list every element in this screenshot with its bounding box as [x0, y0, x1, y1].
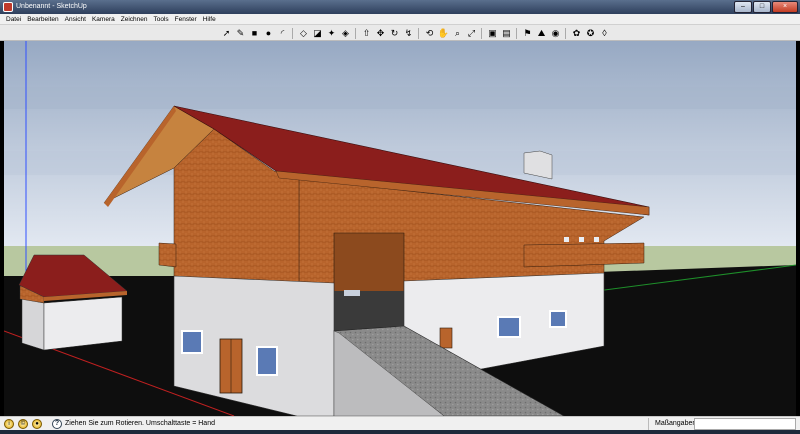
- toolbar-separator: [292, 27, 295, 39]
- balcony-left: [158, 242, 177, 268]
- sky-band: [4, 87, 796, 109]
- toolbar-separator: [565, 27, 568, 39]
- shed-wall-side: [43, 296, 123, 351]
- pencil-tool-icon[interactable]: ✎: [234, 27, 247, 40]
- barn-interior: [334, 291, 404, 331]
- model-scene[interactable]: [4, 41, 796, 416]
- zoom-extents-icon[interactable]: ⤢: [465, 27, 478, 40]
- window-title: Unbenannt - SketchUp: [16, 3, 87, 10]
- side-window: [549, 310, 567, 328]
- pan-tool-icon[interactable]: ✋: [437, 27, 450, 40]
- move-tool-icon[interactable]: ✥: [374, 27, 387, 40]
- shed-wall-front: [21, 298, 45, 351]
- main-toolbar: ➚ ✎ ■ ● ◜ ◇ ◪ ✦ ◈ ⇧ ✥ ↻ ↯ ⟲ ✋ ⌕ ⤢ ▣ ▤ ⚑ ⛰ ◉ ✿ ✪ ◊: [0, 25, 800, 41]
- tape-measure-icon[interactable]: ✦: [325, 27, 338, 40]
- eraser-tool-icon[interactable]: ◪: [311, 27, 324, 40]
- toolbar-separator: [516, 27, 519, 39]
- toolbar-separator: [481, 27, 484, 39]
- status-message: Ziehen Sie zum Rotieren. Umschalttaste =…: [65, 420, 215, 427]
- menu-bearbeiten[interactable]: Bearbeiten: [24, 14, 61, 24]
- follow-me-icon[interactable]: ↯: [402, 27, 415, 40]
- paint-bucket-icon[interactable]: ◈: [339, 27, 352, 40]
- share-component-icon[interactable]: ◊: [598, 27, 611, 40]
- menu-hilfe[interactable]: Hilfe: [200, 14, 219, 24]
- side-window: [497, 316, 521, 338]
- menu-tools[interactable]: Tools: [150, 14, 171, 24]
- select-tool-icon[interactable]: ➚: [220, 27, 233, 40]
- rectangle-tool-icon[interactable]: ■: [248, 27, 261, 40]
- maximize-button[interactable]: □: [753, 1, 771, 13]
- push-pull-icon[interactable]: ⇧: [360, 27, 373, 40]
- user-icon[interactable]: ●: [32, 419, 42, 429]
- house-window: [181, 330, 203, 354]
- menu-zeichnen[interactable]: Zeichnen: [118, 14, 151, 24]
- balcony-window: [564, 237, 569, 242]
- component-icon[interactable]: ✿: [570, 27, 583, 40]
- balcony-window: [579, 237, 584, 242]
- measurements-label: Maßangaben: [655, 420, 697, 427]
- balcony: [523, 242, 645, 268]
- measurements-input[interactable]: [694, 418, 796, 430]
- get-models-icon[interactable]: ▣: [486, 27, 499, 40]
- menu-ansicht[interactable]: Ansicht: [62, 14, 89, 24]
- window-controls: – □ ×: [734, 1, 798, 13]
- help-icon[interactable]: ?: [52, 419, 62, 429]
- share-model-icon[interactable]: ▤: [500, 27, 513, 40]
- sketchup-app-icon: [3, 2, 13, 12]
- menu-kamera[interactable]: Kamera: [89, 14, 118, 24]
- menu-bar: Datei Bearbeiten Ansicht Kamera Zeichnen…: [0, 14, 800, 25]
- preview-earth-icon[interactable]: ◉: [549, 27, 562, 40]
- zoom-tool-icon[interactable]: ⌕: [451, 27, 464, 40]
- orbit-tool-icon[interactable]: ⟲: [423, 27, 436, 40]
- menu-datei[interactable]: Datei: [3, 14, 24, 24]
- close-button[interactable]: ×: [772, 1, 798, 13]
- house-window: [256, 346, 278, 376]
- os-taskbar: [0, 430, 800, 434]
- minimize-button[interactable]: –: [734, 1, 752, 13]
- status-bar: i © ● ? Ziehen Sie zum Rotieren. Umschal…: [0, 416, 800, 430]
- toolbar-separator: [418, 27, 421, 39]
- credits-icon[interactable]: ©: [18, 419, 28, 429]
- barn-interior-light: [344, 290, 360, 296]
- toggle-terrain-icon[interactable]: ⛰: [535, 27, 548, 40]
- status-divider: [648, 418, 649, 430]
- side-door: [439, 327, 453, 349]
- drawing-viewport[interactable]: [4, 41, 796, 416]
- balcony-window: [594, 237, 599, 242]
- arc-tool-icon[interactable]: ◜: [276, 27, 289, 40]
- geo-location-icon[interactable]: i: [4, 419, 14, 429]
- rotate-tool-icon[interactable]: ↻: [388, 27, 401, 40]
- extension-icon[interactable]: ✪: [584, 27, 597, 40]
- menu-fenster[interactable]: Fenster: [172, 14, 200, 24]
- tool-row: ➚ ✎ ■ ● ◜ ◇ ◪ ✦ ◈ ⇧ ✥ ↻ ↯ ⟲ ✋ ⌕ ⤢ ▣ ▤ ⚑ ⛰ ◉ ✿ ✪ ◊: [220, 26, 612, 40]
- make-component-icon[interactable]: ◇: [297, 27, 310, 40]
- add-location-icon[interactable]: ⚑: [521, 27, 534, 40]
- title-bar: Unbenannt - SketchUp – □ ×: [0, 0, 800, 14]
- circle-tool-icon[interactable]: ●: [262, 27, 275, 40]
- toolbar-separator: [355, 27, 358, 39]
